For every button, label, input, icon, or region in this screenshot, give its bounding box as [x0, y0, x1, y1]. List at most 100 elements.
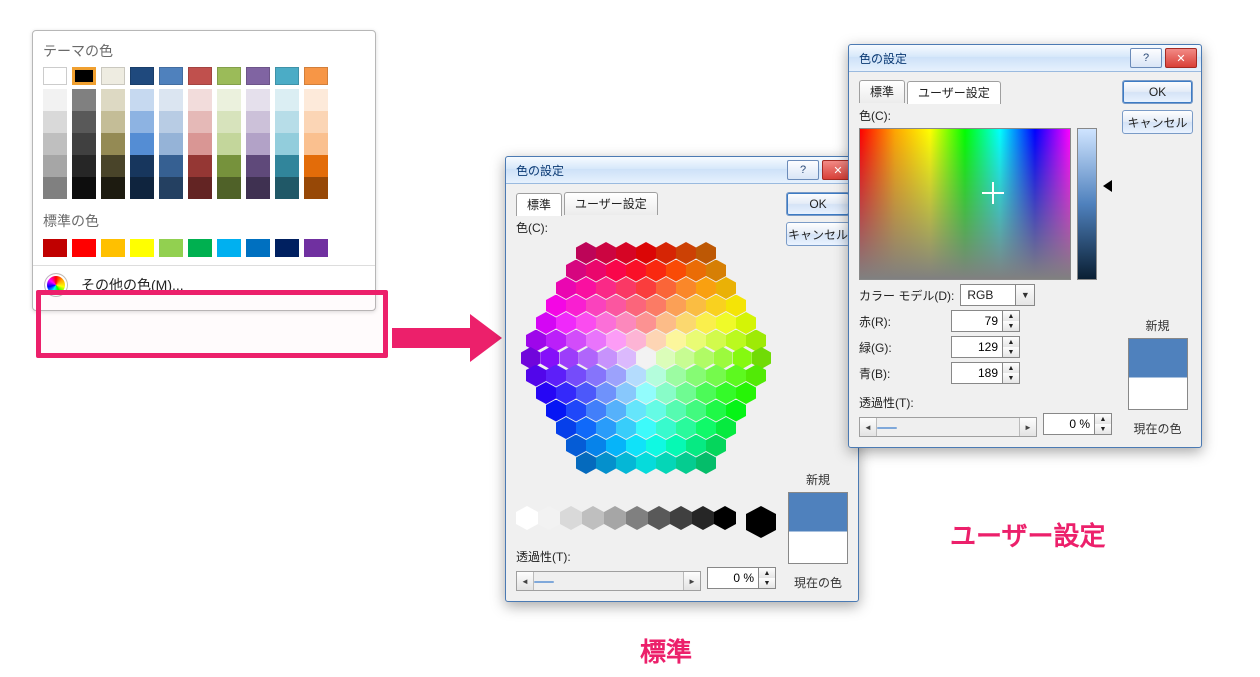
tint-swatch[interactable]	[130, 155, 154, 177]
spin-up-icon[interactable]: ▲	[759, 568, 775, 578]
transparency-slider[interactable]: ◄ ►	[859, 417, 1037, 437]
tint-swatch[interactable]	[217, 155, 241, 177]
scroll-thumb[interactable]	[877, 427, 897, 429]
tint-swatch[interactable]	[188, 155, 212, 177]
tint-swatch[interactable]	[130, 177, 154, 199]
tint-swatch[interactable]	[72, 177, 96, 199]
spin-down-icon[interactable]: ▼	[759, 578, 775, 588]
tab-custom[interactable]: ユーザー設定	[907, 81, 1001, 104]
spin-down-icon[interactable]: ▼	[1095, 424, 1111, 434]
tint-swatch[interactable]	[275, 155, 299, 177]
theme-swatch[interactable]	[275, 67, 299, 85]
tint-swatch[interactable]	[101, 111, 125, 133]
standard-swatch[interactable]	[217, 239, 241, 257]
spin-up-icon[interactable]: ▲	[1003, 337, 1019, 347]
grayscale-swatch[interactable]	[604, 506, 626, 530]
luminance-marker-icon[interactable]	[1103, 180, 1112, 192]
scroll-left-icon[interactable]: ◄	[517, 572, 534, 590]
tint-swatch[interactable]	[304, 133, 328, 155]
tint-swatch[interactable]	[43, 89, 67, 111]
theme-swatch[interactable]	[72, 67, 96, 85]
tab-custom[interactable]: ユーザー設定	[564, 192, 658, 215]
tint-swatch[interactable]	[130, 133, 154, 155]
ok-button[interactable]: OK	[786, 192, 850, 216]
tint-swatch[interactable]	[217, 89, 241, 111]
tint-swatch[interactable]	[130, 89, 154, 111]
theme-swatch[interactable]	[159, 67, 183, 85]
spin-down-icon[interactable]: ▼	[1003, 347, 1019, 357]
grayscale-row[interactable]	[516, 506, 776, 538]
tint-swatch[interactable]	[275, 111, 299, 133]
scroll-right-icon[interactable]: ►	[683, 572, 700, 590]
close-button[interactable]: ✕	[1165, 48, 1197, 68]
hex-swatch[interactable]	[616, 452, 636, 474]
spin-down-icon[interactable]: ▼	[1003, 373, 1019, 383]
scroll-left-icon[interactable]: ◄	[860, 418, 877, 436]
tint-swatch[interactable]	[72, 89, 96, 111]
tint-swatch[interactable]	[275, 89, 299, 111]
blue-input[interactable]	[952, 363, 1002, 383]
hex-color-picker[interactable]	[521, 242, 771, 492]
tint-swatch[interactable]	[159, 133, 183, 155]
spin-up-icon[interactable]: ▲	[1003, 311, 1019, 321]
theme-swatch[interactable]	[43, 67, 67, 85]
spin-up-icon[interactable]: ▲	[1003, 363, 1019, 373]
standard-swatch[interactable]	[188, 239, 212, 257]
grayscale-swatch[interactable]	[648, 506, 670, 530]
standard-swatch[interactable]	[130, 239, 154, 257]
tint-swatch[interactable]	[275, 177, 299, 199]
tint-swatch[interactable]	[43, 133, 67, 155]
theme-swatch[interactable]	[188, 67, 212, 85]
big-swatch[interactable]	[746, 506, 776, 538]
tint-swatch[interactable]	[246, 111, 270, 133]
scroll-right-icon[interactable]: ►	[1019, 418, 1036, 436]
hex-swatch[interactable]	[676, 452, 696, 474]
tint-swatch[interactable]	[246, 177, 270, 199]
hex-swatch[interactable]	[596, 452, 616, 474]
transparency-spin[interactable]: ▲▼	[1043, 413, 1112, 435]
grayscale-swatch[interactable]	[538, 506, 560, 530]
standard-swatch[interactable]	[72, 239, 96, 257]
grayscale-swatch[interactable]	[516, 506, 538, 530]
tint-swatch[interactable]	[72, 155, 96, 177]
tint-swatch[interactable]	[72, 133, 96, 155]
transparency-input[interactable]	[708, 568, 758, 588]
tint-swatch[interactable]	[188, 89, 212, 111]
tint-swatch[interactable]	[304, 111, 328, 133]
tint-swatch[interactable]	[246, 133, 270, 155]
ok-button[interactable]: OK	[1122, 80, 1193, 104]
theme-swatch[interactable]	[130, 67, 154, 85]
tint-swatch[interactable]	[159, 155, 183, 177]
tint-swatch[interactable]	[159, 177, 183, 199]
tint-swatch[interactable]	[304, 155, 328, 177]
tint-swatch[interactable]	[188, 111, 212, 133]
chevron-down-icon[interactable]: ▼	[1015, 285, 1034, 305]
help-button[interactable]: ?	[1130, 48, 1162, 68]
tint-swatch[interactable]	[101, 155, 125, 177]
tint-swatch[interactable]	[246, 89, 270, 111]
theme-swatch[interactable]	[246, 67, 270, 85]
transparency-input[interactable]	[1044, 414, 1094, 434]
tint-swatch[interactable]	[43, 155, 67, 177]
spin-up-icon[interactable]: ▲	[1095, 414, 1111, 424]
help-button[interactable]: ?	[787, 160, 819, 180]
green-input[interactable]	[952, 337, 1002, 357]
theme-swatch[interactable]	[217, 67, 241, 85]
standard-swatch[interactable]	[159, 239, 183, 257]
grayscale-swatch[interactable]	[714, 506, 736, 530]
tint-swatch[interactable]	[217, 177, 241, 199]
green-spin[interactable]: ▲▼	[951, 336, 1020, 358]
transparency-spin[interactable]: ▲▼	[707, 567, 776, 589]
tint-swatch[interactable]	[159, 111, 183, 133]
tint-swatch[interactable]	[188, 177, 212, 199]
standard-swatch[interactable]	[101, 239, 125, 257]
grayscale-swatch[interactable]	[670, 506, 692, 530]
tint-swatch[interactable]	[72, 111, 96, 133]
tint-swatch[interactable]	[101, 177, 125, 199]
cancel-button[interactable]: キャンセル	[1122, 110, 1193, 134]
hex-swatch[interactable]	[576, 452, 596, 474]
scroll-thumb[interactable]	[534, 581, 554, 583]
tint-swatch[interactable]	[130, 111, 154, 133]
grayscale-swatch[interactable]	[582, 506, 604, 530]
tint-swatch[interactable]	[101, 89, 125, 111]
